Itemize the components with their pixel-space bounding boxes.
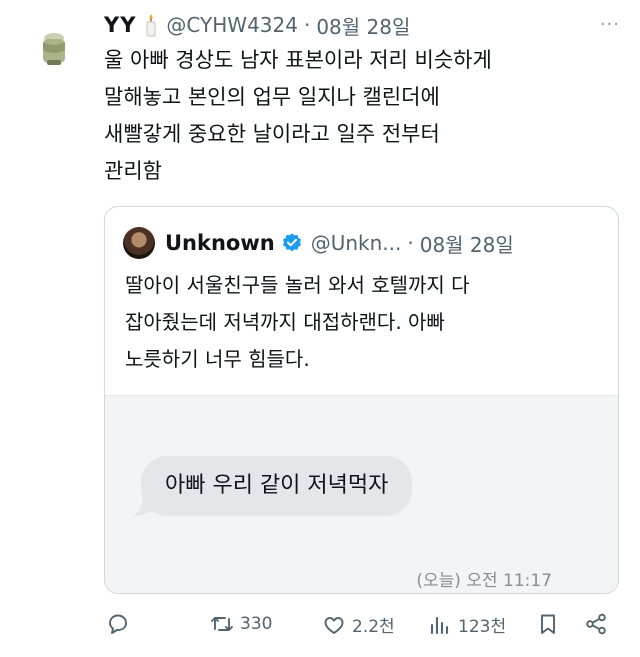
quoted-tweet-header: Unknown @Unkn... · 08월 28일 [123, 227, 604, 259]
quoted-date: 08월 28일 [419, 232, 514, 257]
like-count: 2.2천 [352, 617, 395, 637]
bookmark-button[interactable] [536, 612, 566, 636]
avatar[interactable] [38, 30, 70, 70]
verified-icon [282, 233, 301, 252]
action-bar: 330 2.2천 123천 [104, 608, 619, 644]
share-icon [586, 613, 606, 635]
like-button[interactable]: 2.2천 [322, 612, 395, 637]
quoted-separator: · [407, 231, 414, 255]
handle[interactable]: @CYHW4324 [166, 13, 298, 37]
quoted-avatar [123, 227, 155, 259]
bookmark-icon [541, 614, 555, 634]
display-name[interactable]: YY [104, 13, 136, 37]
reply-icon [109, 614, 127, 634]
quoted-tweet-text: 딸아이 서울친구들 놀러 와서 호텔까지 다 잡아줬는데 저녁까지 대접하랜다.… [125, 273, 470, 371]
more-options-icon[interactable]: ··· [600, 14, 620, 35]
views-button[interactable]: 123천 [428, 612, 506, 637]
retweet-button[interactable]: 330 [210, 612, 272, 636]
tweet-text: 울 아빠 경상도 남자 표본이라 저리 비슷하게 말해놓고 본인의 업무 일지나… [104, 48, 492, 183]
reply-button[interactable] [106, 612, 136, 636]
views-count: 123천 [458, 617, 507, 637]
retweet-count: 330 [240, 614, 273, 634]
tweet-header: YY @CYHW4324 · 08월 28일 [104, 10, 600, 40]
retweet-icon [211, 617, 233, 631]
quoted-handle: @Unkn... [310, 231, 402, 255]
message-bubble: 아빠 우리 같이 저녁먹자 [141, 456, 413, 516]
quoted-tweet[interactable]: Unknown @Unkn... · 08월 28일 딸아이 서울친구들 놀러 … [104, 206, 619, 594]
message-timestamp: (오늘) 오전 11:17 [416, 571, 552, 591]
like-icon [324, 616, 344, 634]
quoted-display-name: Unknown [165, 231, 275, 255]
quoted-tweet-image[interactable]: 아빠 우리 같이 저녁먹자 (오늘) 오전 11:17 [105, 395, 618, 593]
candle-icon [146, 14, 156, 37]
tweet-date[interactable]: 08월 28일 [316, 11, 410, 40]
meta-separator: · [303, 13, 311, 37]
views-icon [430, 616, 449, 634]
share-button[interactable] [584, 612, 614, 636]
